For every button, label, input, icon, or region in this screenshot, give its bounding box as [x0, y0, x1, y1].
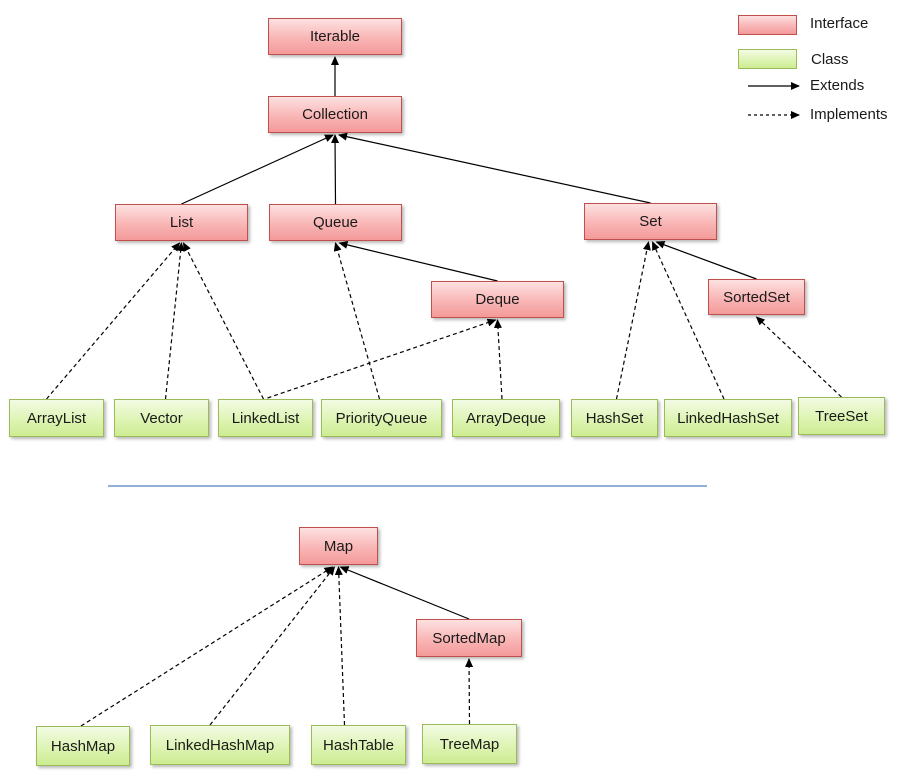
edge-extends-list-to-collection	[181, 134, 334, 205]
edge-extends-queue-to-collection	[331, 134, 340, 205]
node-label: LinkedList	[231, 409, 300, 427]
node-label: ArrayDeque	[465, 409, 547, 427]
node-sortedmap[interactable]: SortedMap	[416, 619, 522, 657]
edge-extends-sortedmap-to-map	[339, 566, 470, 620]
node-label: SortedSet	[723, 288, 790, 306]
node-list[interactable]: List	[115, 204, 248, 241]
node-iterable[interactable]: Iterable	[268, 18, 402, 55]
node-hashmap[interactable]: HashMap	[36, 726, 130, 766]
node-treemap[interactable]: TreeMap	[422, 724, 517, 764]
node-label: List	[169, 214, 194, 231]
node-hashset[interactable]: HashSet	[571, 399, 658, 437]
node-label: Collection	[302, 106, 368, 123]
node-label: PriorityQueue	[335, 409, 428, 427]
edge-implements-treeset-to-sortedset	[755, 316, 842, 398]
node-label: Deque	[475, 291, 520, 308]
node-hashtable[interactable]: HashTable	[311, 725, 406, 765]
node-priorityqueue[interactable]: PriorityQueue	[321, 399, 442, 437]
node-label: Map	[323, 537, 354, 555]
edge-extends-deque-to-queue	[338, 240, 498, 282]
edge-implements-arraydeque-to-deque	[493, 319, 503, 400]
node-arraylist[interactable]: ArrayList	[9, 399, 104, 437]
legend-interface-swatch	[738, 15, 797, 35]
legend-class-swatch	[738, 49, 797, 69]
legend-interface-label: Interface	[810, 15, 869, 32]
node-vector[interactable]: Vector	[114, 399, 209, 437]
edge-extends-set-to-collection	[338, 132, 651, 204]
edge-implements-arraylist-to-list	[46, 242, 181, 400]
node-linkedhashmap[interactable]: LinkedHashMap	[150, 725, 290, 765]
node-label: SortedMap	[432, 629, 506, 647]
node-map[interactable]: Map	[299, 527, 378, 565]
node-label: Set	[639, 213, 662, 230]
edge-implements-hashset-to-set	[615, 241, 651, 400]
edge-implements-linkedlist-to-list	[182, 242, 265, 400]
legend-extends-label: Extends	[810, 77, 865, 94]
node-label: Iterable	[309, 28, 361, 45]
node-linkedhashset[interactable]: LinkedHashSet	[664, 399, 792, 437]
node-set[interactable]: Set	[584, 203, 717, 240]
collections-hierarchy-diagram: Interface Class Extends Implements Itera…	[0, 0, 899, 774]
edge-implements-hashmap-to-map	[80, 566, 334, 727]
node-label: HashMap	[50, 737, 116, 755]
edge-implements-treemap-to-sortedmap	[465, 658, 474, 725]
node-label: LinkedHashSet	[677, 409, 779, 427]
node-sortedset[interactable]: SortedSet	[708, 279, 805, 315]
node-label: TreeSet	[815, 407, 868, 425]
edge-extends-sortedset-to-set	[655, 241, 757, 280]
edge-implements-vector-to-list	[164, 242, 185, 400]
node-label: LinkedHashMap	[165, 736, 275, 754]
node-label: Queue	[312, 214, 359, 231]
legend-class-label: Class	[811, 51, 849, 68]
edge-implements-linkedlist-to-deque	[267, 318, 497, 399]
edge-implements-linkedhashset-to-set	[651, 241, 725, 400]
node-label: HashSet	[585, 409, 644, 427]
node-label: TreeMap	[439, 735, 500, 753]
node-label: HashTable	[323, 736, 394, 754]
node-linkedlist[interactable]: LinkedList	[218, 399, 313, 437]
node-label: Vector	[140, 409, 183, 427]
edges-layer	[46, 56, 842, 727]
node-collection[interactable]: Collection	[268, 96, 402, 133]
legend-implements-label: Implements	[810, 106, 888, 123]
node-label: ArrayList	[26, 409, 87, 427]
node-arraydeque[interactable]: ArrayDeque	[452, 399, 560, 437]
node-queue[interactable]: Queue	[269, 204, 402, 241]
edge-implements-linkedhashmap-to-map	[209, 566, 336, 726]
node-treeset[interactable]: TreeSet	[798, 397, 885, 435]
node-deque[interactable]: Deque	[431, 281, 564, 318]
edge-implements-priorityqueue-to-queue	[333, 242, 381, 400]
edge-implements-hashtable-to-map	[334, 566, 346, 726]
